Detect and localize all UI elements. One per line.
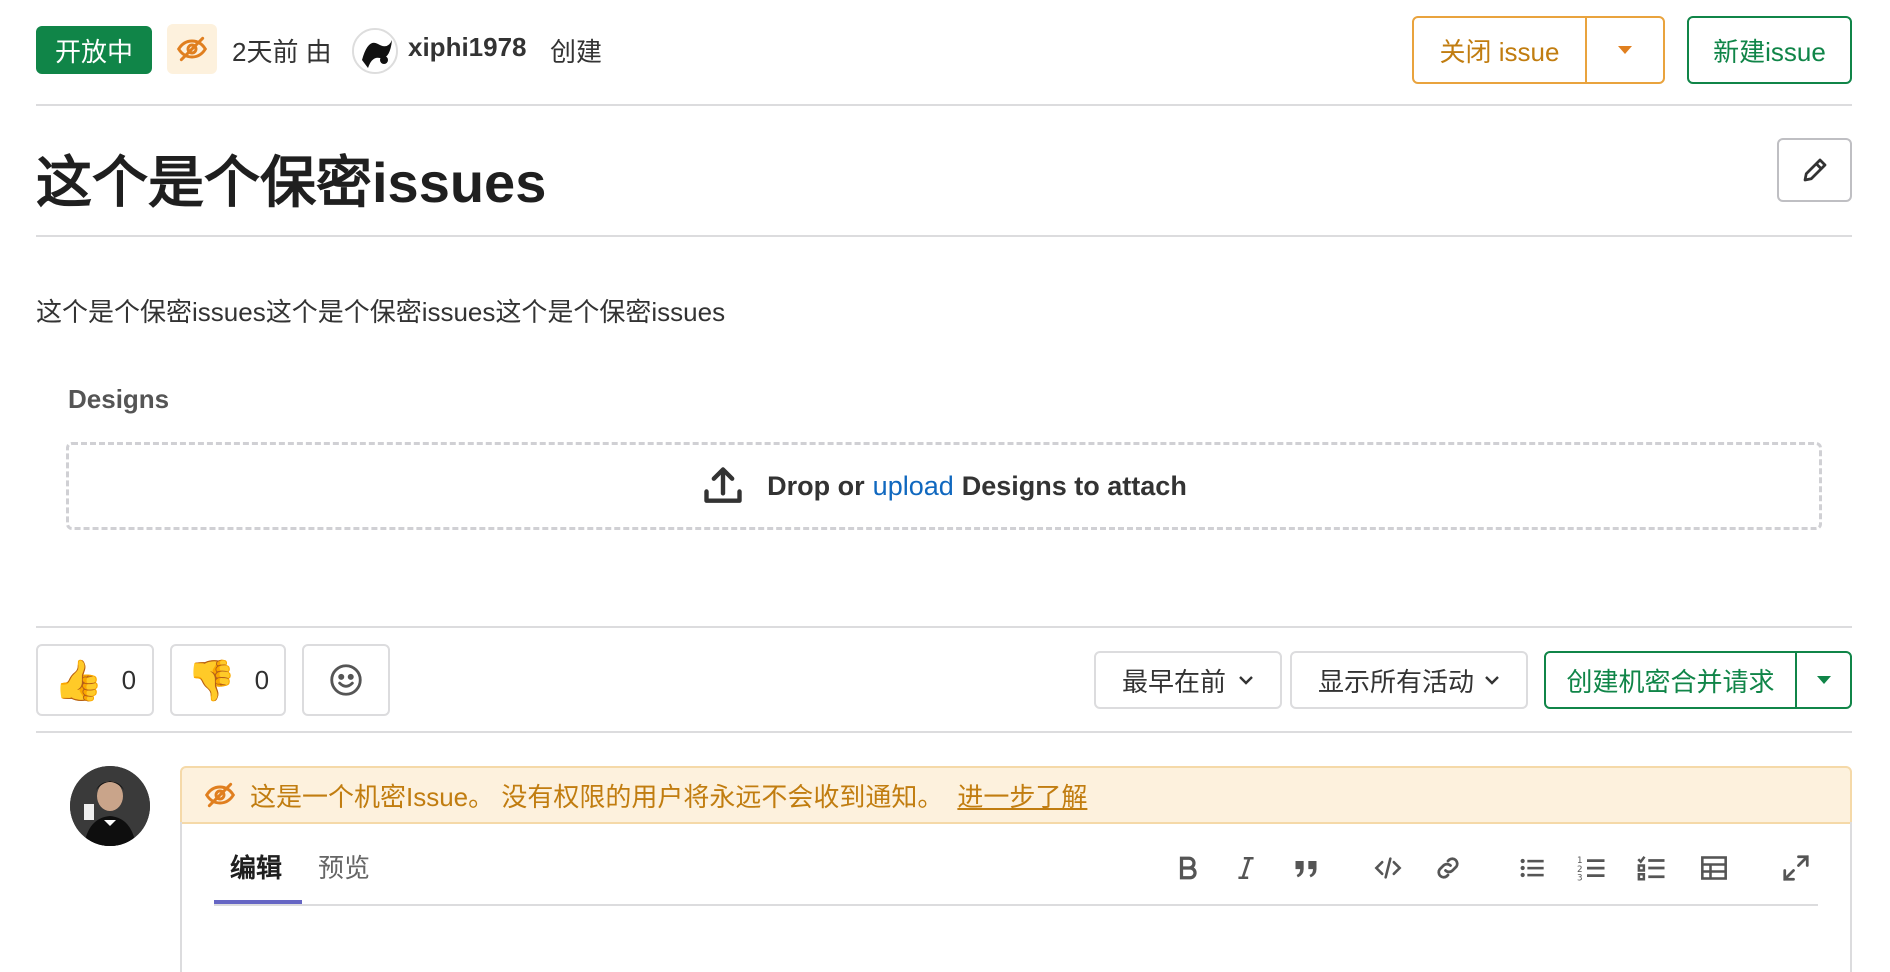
thumbs-up-button[interactable]: 👍 0 <box>36 644 154 716</box>
author-avatar[interactable] <box>352 28 398 74</box>
quote-icon[interactable] <box>1288 850 1324 886</box>
comment-editor[interactable] <box>180 822 1852 972</box>
drop-suffix: Designs to attach <box>961 470 1187 501</box>
tab-edit[interactable]: 编辑 <box>230 848 282 885</box>
confidential-icon <box>167 24 217 74</box>
task-list-icon[interactable] <box>1634 850 1670 886</box>
table-icon[interactable] <box>1696 850 1732 886</box>
thumbs-up-icon: 👍 <box>53 658 104 703</box>
divider <box>36 235 1852 237</box>
sort-dropdown[interactable]: 最早在前 <box>1094 651 1282 709</box>
chevron-down-icon <box>1485 676 1499 685</box>
designs-heading: Designs <box>68 384 170 414</box>
create-merge-request-dropdown[interactable] <box>1795 651 1852 709</box>
sort-label: 最早在前 <box>1122 666 1227 697</box>
author-name[interactable]: xiphi1978 <box>408 32 527 63</box>
thumbs-up-count: 0 <box>121 664 137 695</box>
upload-icon <box>701 464 745 508</box>
user-avatar[interactable] <box>70 766 150 846</box>
numbered-list-icon[interactable]: 123 <box>1574 850 1610 886</box>
close-issue-button[interactable]: 关闭 issue <box>1412 16 1587 84</box>
close-issue-dropdown[interactable] <box>1585 16 1665 84</box>
editor-divider <box>214 904 1818 906</box>
create-merge-request-button[interactable]: 创建机密合并请求 <box>1544 651 1797 709</box>
activity-filter-dropdown[interactable]: 显示所有活动 <box>1290 651 1528 709</box>
filter-label: 显示所有活动 <box>1318 666 1475 697</box>
thumbs-down-icon: 👎 <box>186 658 237 703</box>
confidential-notice: 这是一个机密Issue。 没有权限的用户将永远不会收到通知。 进一步了解 <box>180 766 1852 824</box>
bullet-list-icon[interactable] <box>1514 850 1550 886</box>
divider <box>36 626 1852 628</box>
edit-title-button[interactable] <box>1777 138 1852 202</box>
caret-down-icon <box>1618 46 1632 54</box>
thumbs-down-count: 0 <box>254 664 270 695</box>
thumbs-down-button[interactable]: 👎 0 <box>170 644 286 716</box>
upload-link[interactable]: upload <box>873 471 954 502</box>
created-time: 2天前 由 <box>232 37 332 67</box>
pencil-icon <box>1803 158 1826 182</box>
link-icon[interactable] <box>1430 850 1466 886</box>
page-title: 这个是个保密issues <box>36 151 547 214</box>
bold-icon[interactable] <box>1170 850 1206 886</box>
drop-prefix: Drop or <box>767 470 865 501</box>
confidential-notice-text: 这是一个机密Issue。 没有权限的用户将永远不会收到通知。 <box>250 781 944 812</box>
issue-description: 这个是个保密issues这个是个保密issues这个是个保密issues <box>36 297 726 327</box>
tab-preview[interactable]: 预览 <box>318 848 370 885</box>
code-icon[interactable] <box>1370 850 1406 886</box>
divider <box>36 104 1852 106</box>
status-badge: 开放中 <box>36 26 152 74</box>
confidential-icon <box>204 779 236 811</box>
divider <box>36 731 1852 733</box>
smiley-icon <box>330 664 362 696</box>
italic-icon[interactable] <box>1228 850 1264 886</box>
learn-more-link[interactable]: 进一步了解 <box>957 777 1087 814</box>
add-reaction-button[interactable] <box>302 644 390 716</box>
created-suffix: 创建 <box>550 37 603 67</box>
fullscreen-icon[interactable] <box>1778 850 1814 886</box>
new-issue-button[interactable]: 新建issue <box>1687 16 1852 84</box>
caret-down-icon <box>1816 676 1831 684</box>
chevron-down-icon <box>1239 676 1253 685</box>
design-dropzone[interactable]: Drop or upload Designs to attach <box>66 442 1822 530</box>
svg-text:3: 3 <box>1577 874 1583 884</box>
